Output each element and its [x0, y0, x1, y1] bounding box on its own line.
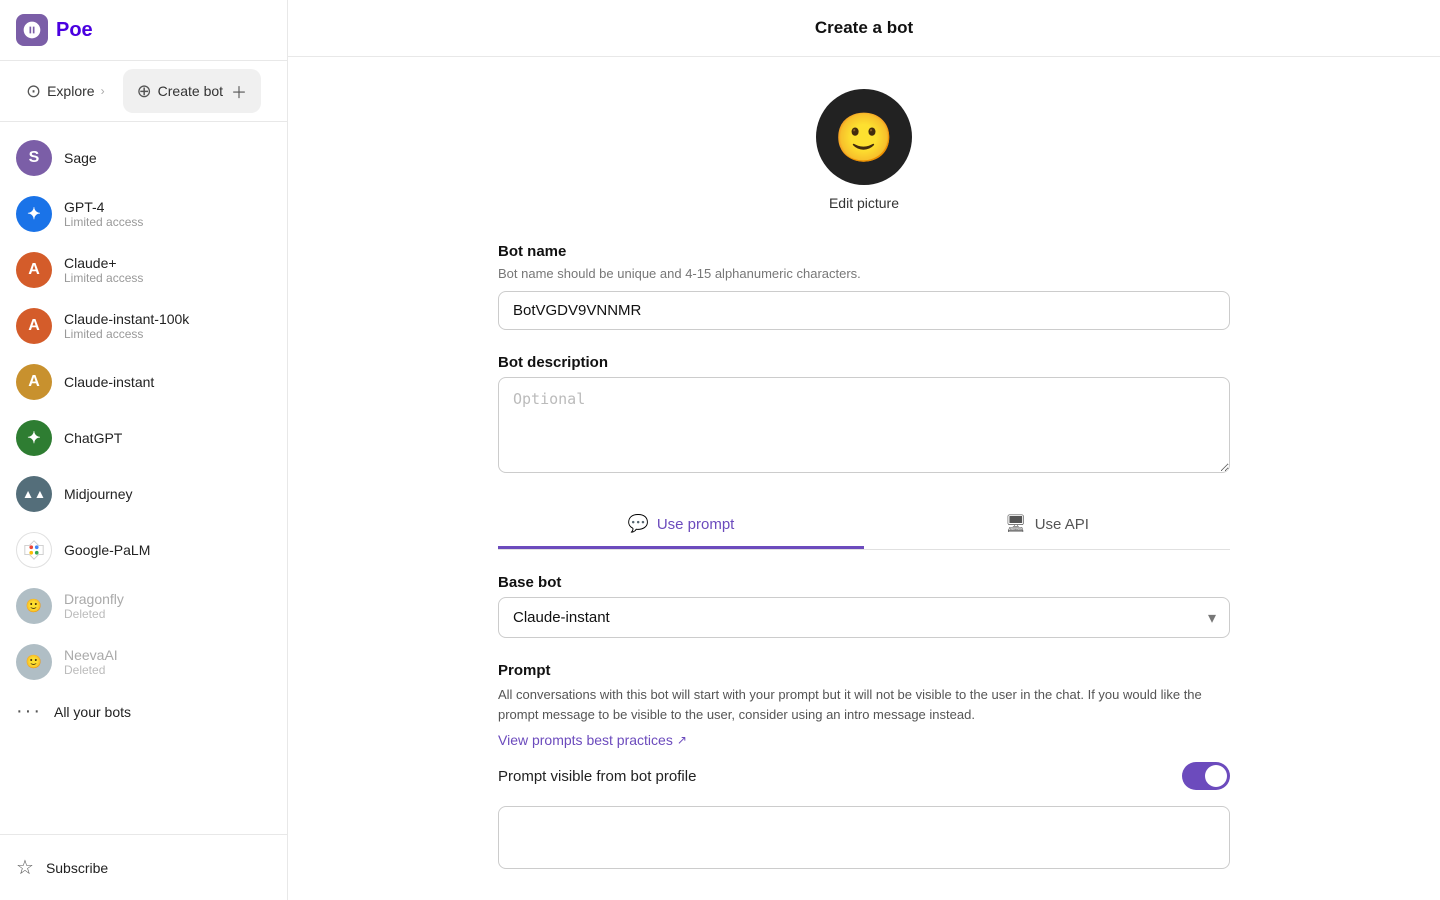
external-link-icon: ↗: [677, 733, 687, 747]
form-container: 🙂 Edit picture Bot name Bot name should …: [474, 57, 1254, 900]
toggle-row: Prompt visible from bot profile: [498, 762, 1230, 790]
main-content: Create a bot 🙂 Edit picture Bot name Bot…: [288, 0, 1440, 900]
nav-buttons: ⊙ Explore › ⊕ Create bot ＋: [0, 61, 287, 122]
prompt-textarea-wrap: [498, 806, 1230, 869]
explore-icon: ⊙: [26, 81, 41, 102]
sidebar-item-dragonfly[interactable]: 🙂 Dragonfly Deleted: [0, 578, 287, 634]
prompt-section: Prompt All conversations with this bot w…: [498, 662, 1230, 869]
bot-avatar-edit[interactable]: 🙂: [816, 89, 912, 185]
bot-name-hint: Bot name should be unique and 4-15 alpha…: [498, 266, 1230, 281]
bot-name-neevaai: NeevaAI: [64, 647, 118, 663]
bot-picture-section: 🙂 Edit picture: [498, 89, 1230, 211]
base-bot-select[interactable]: Claude-instant GPT-4 Claude+ ChatGPT: [498, 597, 1230, 638]
prompt-input[interactable]: [499, 807, 1229, 863]
tab-use-api[interactable]: 🖥 Use API: [864, 502, 1230, 549]
bot-sub-neevaai: Deleted: [64, 663, 118, 677]
prompt-visible-toggle[interactable]: [1182, 762, 1230, 790]
subscribe-item[interactable]: ☆ Subscribe: [0, 843, 287, 892]
base-bot-section: Base bot Claude-instant GPT-4 Claude+ Ch…: [498, 574, 1230, 638]
sidebar-item-chatgpt[interactable]: ✦ ChatGPT: [0, 410, 287, 466]
avatar-claudeinstant: A: [16, 364, 52, 400]
avatar-midjourney: ▲▲: [16, 476, 52, 512]
sidebar-header: Poe: [0, 0, 287, 61]
chevron-right-icon: ›: [101, 84, 105, 98]
avatar-gpt4: ✦: [16, 196, 52, 232]
bot-name-sage: Sage: [64, 150, 97, 166]
dots-icon: ···: [16, 700, 42, 723]
sidebar-bottom: ☆ Subscribe: [0, 834, 287, 900]
sidebar-item-sage[interactable]: S Sage: [0, 130, 287, 186]
sidebar: Poe ⊙ Explore › ⊕ Create bot ＋ S Sage ✦ …: [0, 0, 288, 900]
logo[interactable]: Poe: [16, 14, 93, 46]
edit-picture-label[interactable]: Edit picture: [829, 195, 899, 211]
prompt-tab-icon: 💬: [628, 514, 649, 534]
avatar-claudeplus: A: [16, 252, 52, 288]
bot-name-midjourney: Midjourney: [64, 486, 132, 502]
bot-description-section: Bot description: [498, 354, 1230, 478]
tab-use-prompt[interactable]: 💬 Use prompt: [498, 502, 864, 549]
method-tabs: 💬 Use prompt 🖥 Use API: [498, 502, 1230, 550]
bot-sub-gpt4: Limited access: [64, 215, 143, 229]
sidebar-item-neevaai[interactable]: 🙂 NeevaAI Deleted: [0, 634, 287, 690]
tab-use-prompt-label: Use prompt: [657, 516, 735, 533]
plus-icon: ＋: [231, 79, 247, 103]
bot-description-label: Bot description: [498, 354, 1230, 371]
base-bot-label: Base bot: [498, 574, 1230, 591]
bot-sub-dragonfly: Deleted: [64, 607, 124, 621]
api-tab-icon: 🖥: [1005, 514, 1027, 534]
all-bots-item[interactable]: ··· All your bots: [0, 690, 287, 733]
bot-name-dragonfly: Dragonfly: [64, 591, 124, 607]
bot-name-chatgpt: ChatGPT: [64, 430, 122, 446]
explore-label: Explore: [47, 83, 94, 99]
sidebar-item-claudeplus[interactable]: A Claude+ Limited access: [0, 242, 287, 298]
bot-name-gpt4: GPT-4: [64, 199, 143, 215]
explore-button[interactable]: ⊙ Explore ›: [12, 69, 119, 113]
bot-name-googlepalm: Google-PaLM: [64, 542, 150, 558]
star-icon: ☆: [16, 855, 34, 880]
base-bot-select-wrapper: Claude-instant GPT-4 Claude+ ChatGPT: [498, 597, 1230, 638]
avatar-chatgpt: ✦: [16, 420, 52, 456]
page-title: Create a bot: [288, 0, 1440, 57]
bot-name-section: Bot name Bot name should be unique and 4…: [498, 243, 1230, 330]
avatar-dragonfly: 🙂: [16, 588, 52, 624]
bot-name-claude100k: Claude-instant-100k: [64, 311, 189, 327]
bot-name-input[interactable]: [498, 291, 1230, 330]
sidebar-item-midjourney[interactable]: ▲▲ Midjourney: [0, 466, 287, 522]
bot-name-claudeplus: Claude+: [64, 255, 143, 271]
avatar-claude100k: A: [16, 308, 52, 344]
prompt-best-practices-link[interactable]: View prompts best practices ↗: [498, 732, 687, 748]
avatar-googlepalm: [16, 532, 52, 568]
avatar-neevaai: 🙂: [16, 644, 52, 680]
bot-name-claudeinstant: Claude-instant: [64, 374, 154, 390]
bot-sub-claudeplus: Limited access: [64, 271, 143, 285]
subscribe-label: Subscribe: [46, 860, 108, 876]
avatar-sage: S: [16, 140, 52, 176]
prompt-description: All conversations with this bot will sta…: [498, 685, 1230, 724]
sidebar-item-claudeinstant[interactable]: A Claude-instant: [0, 354, 287, 410]
sidebar-item-googlepalm[interactable]: Google-PaLM: [0, 522, 287, 578]
create-bot-icon: ⊕: [137, 81, 152, 102]
sidebar-item-gpt4[interactable]: ✦ GPT-4 Limited access: [0, 186, 287, 242]
prompt-visible-label: Prompt visible from bot profile: [498, 768, 696, 785]
bot-description-input[interactable]: [498, 377, 1230, 473]
logo-text: Poe: [56, 19, 93, 42]
bot-name-label: Bot name: [498, 243, 1230, 260]
tab-use-api-label: Use API: [1035, 516, 1089, 533]
prompt-link-text: View prompts best practices: [498, 732, 673, 748]
bot-list: S Sage ✦ GPT-4 Limited access A Claude+ …: [0, 122, 287, 834]
all-bots-label: All your bots: [54, 704, 131, 720]
poe-logo-icon: [16, 14, 48, 46]
create-bot-button[interactable]: ⊕ Create bot ＋: [123, 69, 261, 113]
prompt-label: Prompt: [498, 662, 1230, 679]
create-bot-label: Create bot: [158, 83, 223, 99]
sidebar-item-claude100k[interactable]: A Claude-instant-100k Limited access: [0, 298, 287, 354]
bot-sub-claude100k: Limited access: [64, 327, 189, 341]
